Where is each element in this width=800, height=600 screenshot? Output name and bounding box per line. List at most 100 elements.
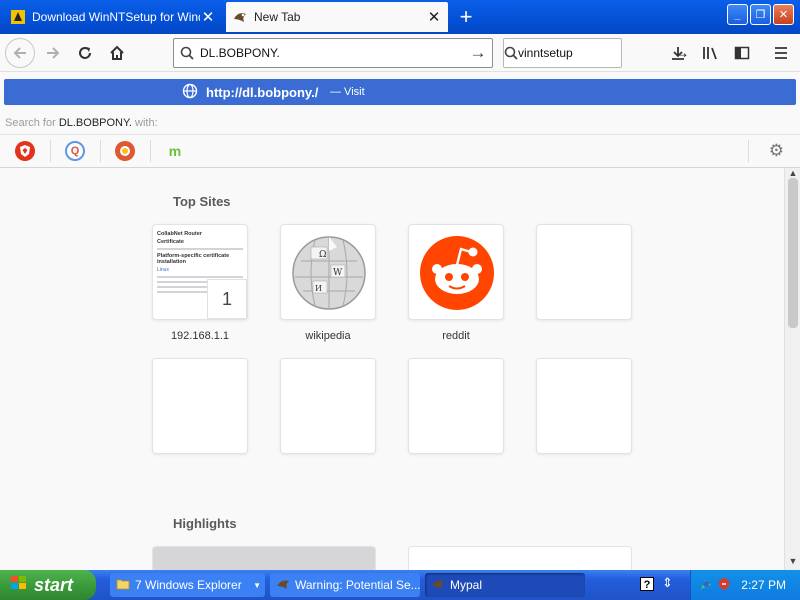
wikipedia-globe-icon: Ω W И [292,236,366,310]
search-icon [504,46,518,60]
search-for-query: DL.BOBPONY. [58,117,132,129]
help-icon[interactable]: ? [640,577,654,591]
tile-badge: 1 [207,279,247,319]
back-button[interactable] [5,38,35,68]
reddit-logo-icon [420,236,494,310]
brave-icon[interactable] [15,141,35,161]
security-shield-icon[interactable] [717,577,731,594]
top-site-tile-router[interactable]: CollabNet Router Certificate Platform-sp… [152,224,248,320]
search-for-suffix: with: [135,117,158,129]
downloads-icon[interactable] [665,40,691,66]
network-icon[interactable] [699,577,713,594]
top-site-tile-empty[interactable] [152,358,248,454]
qwant-icon[interactable]: Q [65,141,85,161]
top-site-tile-wikipedia[interactable]: Ω W И [280,224,376,320]
new-tab-button[interactable]: + [452,3,480,31]
start-label: start [34,574,74,595]
system-tray: 2:27 PM [690,570,800,600]
highlights-heading: Highlights [173,516,237,531]
reload-icon [79,47,91,59]
taskbar-item-label: 7 Windows Explorer [135,578,242,592]
library-icon[interactable] [698,40,724,66]
minimize-button[interactable]: _ [727,4,748,25]
arrow-left-icon [13,47,26,59]
sourceforge-favicon-icon [10,9,26,25]
close-tab-icon[interactable]: ✕ [200,9,216,26]
language-icon[interactable]: ⇕ [662,575,673,591]
one-off-search-engines: Q m ⚙ [0,134,800,168]
tab-title: New Tab [254,10,301,24]
top-site-tile-empty[interactable] [280,358,376,454]
url-input[interactable] [200,46,464,60]
scroll-down-icon[interactable]: ▼ [787,556,799,568]
url-bar[interactable]: → [173,38,493,68]
home-button[interactable] [102,38,132,68]
tab-new-tab[interactable]: New Tab ✕ [226,2,448,32]
highlight-card[interactable] [152,546,376,570]
tab-download-winntsetup[interactable]: Download WinNTSetup for Windows ✕ [4,2,222,32]
scroll-thumb[interactable] [788,178,798,328]
top-site-tile-empty[interactable] [536,358,632,454]
thumb-text: Linux [157,267,169,273]
thumb-subheading: Platform-specific certificate installati… [157,253,230,265]
home-icon [110,45,124,60]
search-icon [174,46,200,60]
separator [50,140,51,162]
duckduckgo-icon[interactable] [115,141,135,161]
highlight-card[interactable] [408,546,632,570]
top-site-tile-empty[interactable] [536,224,632,320]
folder-icon [116,578,130,593]
navigation-toolbar: → → [0,34,800,72]
search-for-label: Search for DL.BOBPONY. with: [5,117,158,129]
windows-flag-icon [10,575,28,596]
globe-icon [182,83,198,104]
forward-button[interactable] [38,38,68,68]
new-tab-page: Top Sites CollabNet Router Certificate P… [0,168,784,570]
suggestion-url: http://dl.bobpony./ [206,85,319,100]
thumb-line [157,248,243,250]
reload-button[interactable] [70,38,100,68]
mypal-favicon-icon [232,9,248,25]
top-site-tile-reddit[interactable] [408,224,504,320]
chevron-down-icon: ▼ [253,580,261,590]
wiki-glyph: Ω [319,250,326,260]
window-controls: _ ❐ ✕ [727,4,794,25]
wiki-glyph: W [333,268,343,278]
top-site-label: wikipedia [305,330,351,342]
mypal-icon [276,577,290,594]
sidebar-icon[interactable] [729,40,755,66]
title-bar: Download WinNTSetup for Windows ✕ New Ta… [0,0,800,34]
taskbar-item-warning[interactable]: Warning: Potential Se... [270,573,420,597]
close-tab-icon[interactable]: ✕ [426,9,442,26]
go-arrow-icon[interactable]: → [464,43,492,63]
thumb-subheading: Certificate [157,239,184,245]
url-suggestion-dropdown: http://dl.bobpony./ — Visit Search for D… [0,72,800,168]
separator [150,140,151,162]
top-site-label: reddit [442,330,470,342]
close-window-button[interactable]: ✕ [773,4,794,25]
suggestion-row-visit[interactable]: http://dl.bobpony./ — Visit [4,79,796,105]
thumb-heading: CollabNet Router [157,231,202,237]
wiki-glyph: И [315,284,322,293]
search-input[interactable] [518,46,673,60]
clock: 2:27 PM [741,578,786,592]
arrow-right-icon [47,47,60,59]
search-bar[interactable]: → [503,38,690,68]
thumb-line [157,291,209,293]
taskbar: start 7 Windows Explorer ▼ Warning: Pote… [0,570,800,600]
maximize-button[interactable]: ❐ [750,4,771,25]
search-for-prefix: Search for [5,117,56,129]
mypal-icon [431,577,445,594]
separator [100,140,101,162]
tab-title: Download WinNTSetup for Windows [32,10,200,24]
taskbar-item-label: Warning: Potential Se... [295,578,420,592]
taskbar-item-mypal[interactable]: Mypal [425,573,585,597]
mojeek-icon[interactable]: m [165,141,185,161]
top-site-label: 192.168.1.1 [170,330,230,342]
page-scrollbar[interactable]: ▲ ▼ [784,168,800,570]
start-button[interactable]: start [0,570,96,600]
taskbar-item-windows-explorer[interactable]: 7 Windows Explorer ▼ [110,573,265,597]
top-site-tile-empty[interactable] [408,358,504,454]
gear-icon[interactable]: ⚙ [769,141,784,161]
menu-icon[interactable] [768,40,794,66]
